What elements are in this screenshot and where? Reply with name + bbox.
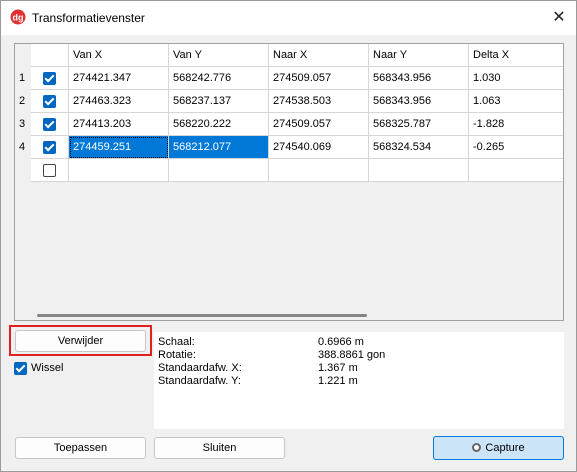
capture-button[interactable]: Capture <box>433 436 564 460</box>
scrollbar-thumb[interactable] <box>37 314 367 317</box>
table-cell[interactable]: 568220.222 <box>169 113 269 136</box>
column-header[interactable]: Naar Y <box>369 44 469 67</box>
row-checkbox[interactable] <box>43 72 56 85</box>
table-cell[interactable]: -1.828 <box>469 113 563 136</box>
column-header[interactable]: Van X <box>69 44 169 67</box>
row-number: 1 <box>15 67 31 90</box>
table-cell[interactable]: 274413.203 <box>69 113 169 136</box>
transformation-window: dg Transformatievenster ✕ Van X Van Y Naar… <box>0 0 577 472</box>
close-icon[interactable]: ✕ <box>545 5 573 31</box>
table-cell[interactable] <box>269 159 369 182</box>
app-logo-icon: dg <box>10 9 26 25</box>
table-cell[interactable] <box>369 159 469 182</box>
row-number <box>15 159 31 182</box>
table-cell[interactable]: 568212.077 <box>169 136 269 159</box>
row-checkbox[interactable] <box>43 164 56 177</box>
toepassen-button[interactable]: Toepassen <box>15 437 146 459</box>
table-cell[interactable]: -0.265 <box>469 136 563 159</box>
table-cell[interactable]: 274509.057 <box>269 67 369 90</box>
header-checkbox-column <box>31 44 69 67</box>
stat-value-rotatie: 388.8861 gon <box>318 349 386 361</box>
table-cell[interactable]: 1.063 <box>469 90 563 113</box>
column-header[interactable]: Naar X <box>269 44 369 67</box>
record-icon <box>472 443 482 452</box>
table-cell[interactable]: 1.030 <box>469 67 563 90</box>
verwijder-button[interactable]: Verwijder <box>15 330 146 352</box>
column-header[interactable]: Delta X <box>469 44 563 67</box>
row-checkbox-cell <box>31 159 69 182</box>
row-checkbox[interactable] <box>43 118 56 131</box>
row-number: 4 <box>15 136 31 159</box>
table-cell[interactable] <box>169 159 269 182</box>
wissel-checkbox[interactable] <box>14 362 27 375</box>
svg-text:dg: dg <box>13 13 24 23</box>
table-cell[interactable]: 274463.323 <box>69 90 169 113</box>
column-header[interactable]: Van Y <box>169 44 269 67</box>
table-cell[interactable]: 274459.251 <box>69 136 169 159</box>
table-cell[interactable]: 274421.347 <box>69 67 169 90</box>
stat-label-rotatie: Rotatie: <box>158 349 196 361</box>
stat-value-std-x: 1.367 m <box>318 362 358 374</box>
table-cell[interactable] <box>69 159 169 182</box>
row-number: 3 <box>15 113 31 136</box>
row-checkbox-cell <box>31 67 69 90</box>
row-checkbox[interactable] <box>43 141 56 154</box>
table-cell[interactable]: 568343.956 <box>369 90 469 113</box>
horizontal-scrollbar[interactable] <box>31 309 563 320</box>
wissel-label: Wissel <box>31 362 64 374</box>
row-checkbox-cell <box>31 136 69 159</box>
row-checkbox-cell <box>31 113 69 136</box>
row-checkbox[interactable] <box>43 95 56 108</box>
row-checkbox-cell <box>31 90 69 113</box>
window-title: Transformatievenster <box>32 11 145 25</box>
stat-value-std-y: 1.221 m <box>318 375 358 387</box>
sluiten-button[interactable]: Sluiten <box>154 437 285 459</box>
table-cell[interactable]: 274540.069 <box>269 136 369 159</box>
table-cell[interactable]: 274509.057 <box>269 113 369 136</box>
title-bar: dg Transformatievenster ✕ <box>1 1 576 35</box>
table-cell[interactable]: 568237.137 <box>169 90 269 113</box>
table-cell[interactable]: 568242.776 <box>169 67 269 90</box>
stat-label-std-y: Standaardafw. Y: <box>158 375 241 387</box>
table-cell[interactable]: 568324.534 <box>369 136 469 159</box>
capture-label: Capture <box>485 442 525 454</box>
table-cell[interactable]: 568343.956 <box>369 67 469 90</box>
table-cell[interactable] <box>469 159 563 182</box>
stat-value-schaal: 0.6966 m <box>318 336 364 348</box>
table-cell[interactable]: 274538.503 <box>269 90 369 113</box>
table-cell[interactable]: 568325.787 <box>369 113 469 136</box>
points-table: Van X Van Y Naar X Naar Y Delta X 1 274421.347… <box>14 43 564 321</box>
stat-label-std-x: Standaardafw. X: <box>158 362 242 374</box>
row-number: 2 <box>15 90 31 113</box>
stat-label-schaal: Schaal: <box>158 336 195 348</box>
statistics-panel: Schaal: 0.6966 m Rotatie: 388.8861 gon S… <box>154 332 564 429</box>
